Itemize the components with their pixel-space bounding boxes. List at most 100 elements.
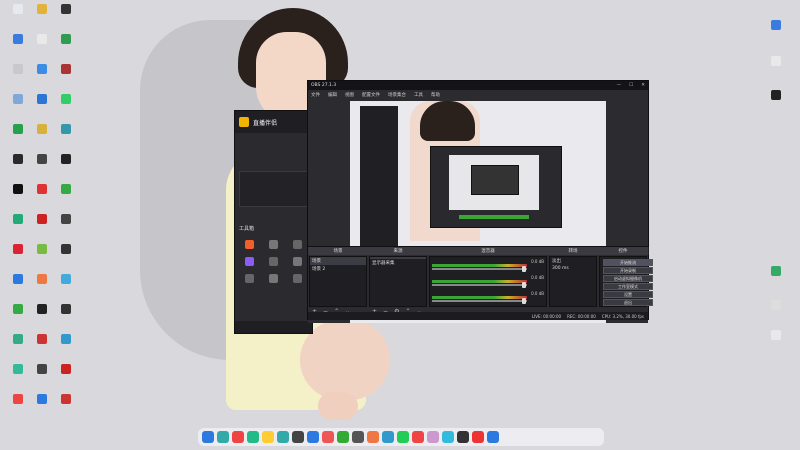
close-icon[interactable]: ✕ xyxy=(641,83,645,88)
fader-handle[interactable] xyxy=(522,266,526,272)
obs-title: OBS 27.1.3 xyxy=(311,83,337,88)
fader-handle[interactable] xyxy=(522,282,526,288)
taskbar-app-icon[interactable] xyxy=(397,431,409,443)
dock-taskbar xyxy=(198,428,604,446)
taskbar-app-icon[interactable] xyxy=(202,431,214,443)
desktop-icon[interactable] xyxy=(48,184,84,196)
mixer-channel[interactable]: 0.0 dB xyxy=(430,259,546,273)
taskbar-app-icon[interactable] xyxy=(427,431,439,443)
taskbar-app-icon[interactable] xyxy=(412,431,424,443)
desktop-icon[interactable] xyxy=(48,94,84,106)
desktop-icon[interactable] xyxy=(48,4,84,16)
control-button[interactable]: 开始录制 xyxy=(603,267,653,274)
taskbar-app-icon[interactable] xyxy=(217,431,229,443)
helper-logo-icon xyxy=(239,117,249,127)
desktop-icon[interactable] xyxy=(48,154,84,166)
preview-nested-inner2 xyxy=(471,165,519,195)
desktop-icon[interactable] xyxy=(48,244,84,256)
taskbar-app-icon[interactable] xyxy=(382,431,394,443)
desktop-icon[interactable] xyxy=(758,20,794,32)
status-item: LIVE: 00:00:00 xyxy=(531,313,562,319)
app-icon xyxy=(61,64,71,74)
control-button[interactable]: 开始推流 xyxy=(603,259,653,266)
controls-dock-title: 控件 xyxy=(598,247,649,255)
app-icon xyxy=(13,214,23,224)
taskbar-app-icon[interactable] xyxy=(262,431,274,443)
app-icon xyxy=(61,4,71,14)
live-helper-window[interactable]: 直播伴侣 工具箱 xyxy=(234,110,313,334)
taskbar-app-icon[interactable] xyxy=(232,431,244,443)
volume-fader[interactable] xyxy=(432,284,527,286)
taskbar-app-icon[interactable] xyxy=(457,431,469,443)
taskbar-app-icon[interactable] xyxy=(442,431,454,443)
app-icon xyxy=(61,334,71,344)
tool-icon xyxy=(293,274,303,283)
sources-list[interactable]: 显示器采集 xyxy=(369,256,427,307)
desktop-icon[interactable] xyxy=(758,90,794,102)
scenes-list[interactable]: 场景 场景 2 xyxy=(309,256,367,307)
helper-tool[interactable] xyxy=(263,274,283,285)
obs-window[interactable]: OBS 27.1.3 — ☐ ✕ 文件 编辑 视图 配置文件 场景集合 工具 帮助 场景 场… xyxy=(307,80,653,323)
helper-tool[interactable] xyxy=(263,257,283,268)
desktop-icon[interactable] xyxy=(48,274,84,286)
menu-item[interactable]: 配置文件 xyxy=(362,92,380,98)
minimize-icon[interactable]: — xyxy=(617,83,622,88)
helper-tool[interactable] xyxy=(288,274,308,285)
menu-item[interactable]: 编辑 xyxy=(328,92,337,98)
helper-tool[interactable] xyxy=(239,257,259,268)
tool-icon xyxy=(293,240,303,249)
taskbar-app-icon[interactable] xyxy=(487,431,499,443)
maximize-icon[interactable]: ☐ xyxy=(629,83,633,88)
menu-item[interactable]: 工具 xyxy=(414,92,423,98)
volume-fader[interactable] xyxy=(432,300,527,302)
control-button[interactable]: 工作室模式 xyxy=(603,283,653,290)
helper-tool[interactable] xyxy=(288,240,308,251)
desktop-icon[interactable] xyxy=(48,394,84,406)
volume-fader[interactable] xyxy=(432,268,527,270)
taskbar-app-icon[interactable] xyxy=(277,431,289,443)
desktop-icon[interactable] xyxy=(48,214,84,226)
transition-duration[interactable]: 300 ms xyxy=(550,265,596,272)
transitions-panel[interactable]: 淡出 300 ms xyxy=(549,256,597,307)
helper-tool[interactable] xyxy=(288,257,308,268)
helper-tool[interactable] xyxy=(263,240,283,251)
controls-panel: 开始推流 开始录制 启动虚拟摄像机 工作室模式 设置 退出 xyxy=(599,256,653,307)
desktop-icon[interactable] xyxy=(48,334,84,346)
desktop-icon[interactable] xyxy=(758,330,794,342)
desktop-icon[interactable] xyxy=(48,124,84,136)
scene-item[interactable]: 场景 xyxy=(310,257,366,265)
desktop-icon[interactable] xyxy=(758,300,794,312)
app-icon xyxy=(61,274,71,284)
desktop-icon[interactable] xyxy=(48,64,84,76)
mixer-panel[interactable]: 0.0 dB 0.0 dB 0.0 dB xyxy=(429,256,547,307)
transition-select[interactable]: 淡出 xyxy=(550,257,596,265)
taskbar-app-icon[interactable] xyxy=(292,431,304,443)
desktop-icon[interactable] xyxy=(48,364,84,376)
menu-item[interactable]: 视图 xyxy=(345,92,354,98)
helper-tool[interactable] xyxy=(239,240,259,251)
mixer-channel[interactable]: 0.0 dB xyxy=(430,275,546,289)
fader-handle[interactable] xyxy=(522,298,526,304)
taskbar-app-icon[interactable] xyxy=(247,431,259,443)
helper-tools-grid xyxy=(235,236,312,289)
taskbar-app-icon[interactable] xyxy=(322,431,334,443)
taskbar-app-icon[interactable] xyxy=(307,431,319,443)
control-button[interactable]: 退出 xyxy=(603,299,653,306)
menu-item[interactable]: 文件 xyxy=(311,92,320,98)
taskbar-app-icon[interactable] xyxy=(337,431,349,443)
control-button[interactable]: 设置 xyxy=(603,291,653,298)
source-item[interactable]: 显示器采集 xyxy=(370,259,426,267)
desktop-icon[interactable] xyxy=(758,266,794,278)
menu-item[interactable]: 帮助 xyxy=(431,92,440,98)
taskbar-app-icon[interactable] xyxy=(352,431,364,443)
menu-item[interactable]: 场景集合 xyxy=(388,92,406,98)
helper-tool[interactable] xyxy=(239,274,259,285)
scene-item[interactable]: 场景 2 xyxy=(310,265,366,273)
control-button[interactable]: 启动虚拟摄像机 xyxy=(603,275,653,282)
mixer-channel[interactable]: 0.0 dB xyxy=(430,291,546,305)
taskbar-app-icon[interactable] xyxy=(367,431,379,443)
desktop-icon[interactable] xyxy=(758,56,794,68)
desktop-icon[interactable] xyxy=(48,304,84,316)
taskbar-app-icon[interactable] xyxy=(472,431,484,443)
desktop-icon[interactable] xyxy=(48,34,84,46)
